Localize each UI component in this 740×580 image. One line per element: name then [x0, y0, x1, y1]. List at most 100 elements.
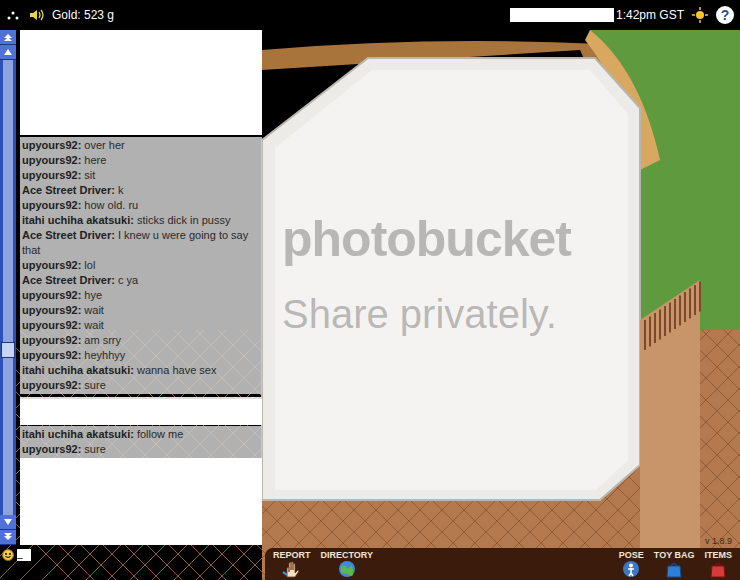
- chat-input-row: _: [2, 549, 31, 561]
- clock: 1:42pm GST: [616, 8, 684, 22]
- toy-bag-icon: [663, 560, 685, 578]
- chat-message: upyours92: sure: [22, 442, 260, 457]
- toolbar-label[interactable]: ITEMS: [704, 550, 732, 560]
- scroll-up-button[interactable]: [0, 45, 16, 60]
- down-arrow-icon: [4, 519, 12, 525]
- chat-message: Ace Street Driver: I knew u were going t…: [22, 228, 260, 258]
- chat-text: am srry: [84, 334, 121, 346]
- chat-username[interactable]: itahi uchiha akatsuki:: [22, 214, 134, 226]
- speaker-icon: [28, 8, 44, 22]
- chat-username[interactable]: upyours92:: [22, 169, 81, 181]
- game-area: photobucket Share privately. upyours92: ov…: [0, 30, 740, 580]
- chat-username[interactable]: upyours92:: [22, 154, 81, 166]
- chat-username[interactable]: Ace Street Driver:: [22, 229, 115, 241]
- hand-icon: [281, 560, 303, 578]
- chat-username[interactable]: Ace Street Driver:: [22, 274, 115, 286]
- chat-message: upyours92: wait: [22, 318, 260, 333]
- chat-text: wanna have sex: [137, 364, 217, 376]
- sun-icon: [692, 7, 708, 23]
- chat-text: sticks dick in pussy: [137, 214, 231, 226]
- chat-log: itahi uchiha akatsuki: follow meupyours9…: [20, 426, 262, 458]
- chat-message: itahi uchiha akatsuki: follow me: [22, 427, 260, 442]
- scroll-thumb[interactable]: [1, 342, 15, 358]
- chat-username[interactable]: upyours92:: [22, 379, 81, 391]
- double-down-arrow-icon: [4, 533, 12, 541]
- chat-log: upyours92: over herupyours92: hereupyour…: [20, 137, 262, 394]
- toolbar-label[interactable]: DIRECTORY: [321, 550, 374, 560]
- chat-username[interactable]: upyours92:: [22, 349, 81, 361]
- chat-scrollbar[interactable]: [0, 30, 16, 545]
- chat-message: upyours92: over her: [22, 138, 260, 153]
- chat-text: how old. ru: [84, 199, 138, 211]
- items-bag-icon: [707, 560, 729, 578]
- chat-text: wait: [84, 319, 104, 331]
- toolbar-label[interactable]: TOY BAG: [654, 550, 695, 560]
- chat-message: upyours92: wait: [22, 303, 260, 318]
- watermark-tagline: Share privately.: [282, 292, 571, 337]
- scroll-down-button[interactable]: [0, 515, 16, 530]
- chat-area: upyours92: over herupyours92: hereupyour…: [0, 30, 262, 545]
- up-arrow-icon: [4, 49, 12, 55]
- chat-text: follow me: [137, 428, 183, 440]
- redacted-box: [20, 30, 262, 135]
- signal-icon: [6, 8, 20, 22]
- chat-username[interactable]: itahi uchiha akatsuki:: [22, 364, 134, 376]
- watermark-brand: photobucket: [282, 210, 571, 268]
- chat-text: wait: [84, 304, 104, 316]
- chat-username[interactable]: upyours92:: [22, 289, 81, 301]
- chat-message: itahi uchiha akatsuki: wanna have sex: [22, 363, 260, 378]
- gold-amount: Gold: 523 g: [52, 8, 114, 22]
- watermark: photobucket Share privately.: [282, 210, 571, 337]
- top-bar: Gold: 523 g 1:42pm GST?: [0, 0, 740, 30]
- chat-message: upyours92: how old. ru: [22, 198, 260, 213]
- chat-message: upyours92: am srry: [22, 333, 260, 348]
- toolbar-button[interactable]: TOY BAG: [654, 550, 695, 578]
- chat-text: c ya: [118, 274, 138, 286]
- chat-panel: upyours92: over herupyours92: hereupyour…: [20, 30, 262, 545]
- chat-message: upyours92: hye: [22, 288, 260, 303]
- toolbar-label[interactable]: POSE: [619, 550, 644, 560]
- chat-text: lol: [84, 259, 95, 271]
- chat-message: Ace Street Driver: c ya: [22, 273, 260, 288]
- scroll-bottom-button[interactable]: [0, 530, 16, 545]
- redacted-box: [510, 8, 614, 22]
- scroll-top-button[interactable]: [0, 30, 16, 45]
- chat-text: hye: [84, 289, 102, 301]
- scroll-track[interactable]: [3, 60, 13, 515]
- chat-text: sit: [84, 169, 95, 181]
- chat-text: over her: [84, 139, 124, 151]
- version-label: v 1.8.9: [705, 536, 732, 546]
- pose-icon: [620, 560, 642, 578]
- toolbar-label[interactable]: REPORT: [273, 550, 311, 560]
- chat-message: upyours92: lol: [22, 258, 260, 273]
- chat-text: here: [84, 154, 106, 166]
- redacted-bar: [20, 397, 262, 425]
- chat-username[interactable]: upyours92:: [22, 199, 81, 211]
- chat-message: upyours92: sit: [22, 168, 260, 183]
- chat-username[interactable]: upyours92:: [22, 443, 81, 455]
- toolbar-button[interactable]: POSE: [619, 550, 644, 578]
- double-up-arrow-icon: [4, 33, 12, 41]
- chat-message: upyours92: sure: [22, 378, 260, 393]
- chat-text: sure: [84, 379, 105, 391]
- chat-username[interactable]: upyours92:: [22, 259, 81, 271]
- chat-username[interactable]: upyours92:: [22, 319, 81, 331]
- help-button[interactable]: ?: [716, 6, 734, 24]
- smiley-icon: [2, 549, 14, 561]
- chat-input[interactable]: _: [17, 549, 31, 561]
- chat-text: sure: [84, 443, 105, 455]
- chat-username[interactable]: upyours92:: [22, 334, 81, 346]
- chat-username[interactable]: upyours92:: [22, 139, 81, 151]
- bottom-toolbar: REPORT DIRECTORY POSE TOY BAG ITEMS: [265, 548, 740, 580]
- chat-username[interactable]: Ace Street Driver:: [22, 184, 115, 196]
- chat-username[interactable]: upyours92:: [22, 304, 81, 316]
- chat-username[interactable]: itahi uchiha akatsuki:: [22, 428, 134, 440]
- toolbar-button[interactable]: REPORT: [273, 550, 311, 578]
- chat-message: upyours92: here: [22, 153, 260, 168]
- chat-text: k: [118, 184, 124, 196]
- toolbar-button[interactable]: DIRECTORY: [321, 550, 374, 578]
- toolbar-button[interactable]: ITEMS: [704, 550, 732, 578]
- redacted-box: [20, 458, 262, 545]
- chat-text: heyhhyy: [84, 349, 125, 361]
- chat-message: upyours92: heyhhyy: [22, 348, 260, 363]
